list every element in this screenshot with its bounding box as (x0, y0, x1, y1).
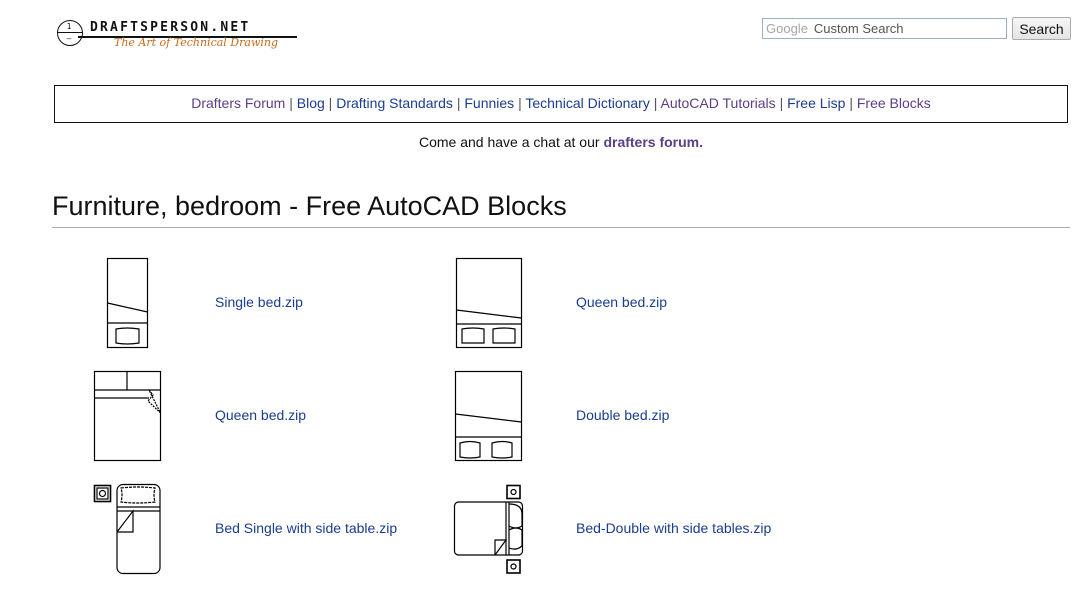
search-placeholder: Custom Search (813, 21, 904, 36)
nav-free-blocks[interactable]: Free Blocks (857, 95, 931, 111)
queen-bed-fold-icon[interactable] (93, 370, 163, 462)
logo-symbol-number: 1 (66, 22, 72, 31)
queen-bed-icon[interactable] (455, 257, 523, 349)
nav-separator: | (849, 95, 853, 111)
chat-text: Come and have a chat at our (418, 134, 604, 150)
logo-tagline: The Art of Technical Drawing (114, 36, 279, 49)
nav-free-lisp[interactable]: Free Lisp (787, 95, 845, 111)
site-logo[interactable]: 1 – DRAFTSPERSON.NET The Art of Technica… (56, 20, 301, 52)
block-link[interactable]: Bed-Double with side tables.zip (576, 520, 771, 536)
nav-separator: | (518, 95, 522, 111)
drafters-forum-link[interactable]: drafters forum. (603, 134, 703, 150)
double-bed-side-tables-icon[interactable] (453, 484, 527, 576)
main-nav: Drafters Forum | Blog | Drafting Standar… (54, 85, 1068, 123)
google-watermark: Google (766, 21, 808, 36)
block-link[interactable]: Queen bed.zip (576, 294, 667, 310)
nav-funnies[interactable]: Funnies (464, 95, 514, 111)
block-link[interactable]: Single bed.zip (215, 294, 303, 310)
nav-drafters-forum[interactable]: Drafters Forum (191, 95, 285, 111)
single-bed-side-table-icon[interactable] (93, 483, 165, 577)
nav-separator: | (456, 95, 461, 111)
double-bed-icon[interactable] (454, 370, 524, 462)
nav-separator: | (328, 95, 333, 111)
nav-blog[interactable]: Blog (297, 95, 325, 111)
block-link[interactable]: Queen bed.zip (215, 407, 306, 423)
search-button[interactable]: Search (1012, 17, 1071, 40)
nav-separator: | (653, 95, 658, 111)
nav-technical-dictionary[interactable]: Technical Dictionary (525, 95, 650, 111)
block-link[interactable]: Double bed.zip (576, 407, 669, 423)
chat-invite: Come and have a chat at our drafters for… (0, 134, 1075, 150)
title-divider (52, 227, 1070, 228)
nav-autocad-tutorials[interactable]: AutoCAD Tutorials (661, 95, 776, 111)
search-input[interactable]: Google Custom Search (762, 18, 1007, 39)
logo-name: DRAFTSPERSON.NET (90, 20, 251, 35)
nav-separator: | (289, 95, 293, 111)
nav-separator: | (779, 95, 784, 111)
nav-drafting-standards[interactable]: Drafting Standards (336, 95, 453, 111)
single-bed-icon[interactable] (106, 257, 150, 349)
page-title: Furniture, bedroom - Free AutoCAD Blocks (52, 191, 567, 221)
block-link[interactable]: Bed Single with side table.zip (215, 520, 397, 536)
